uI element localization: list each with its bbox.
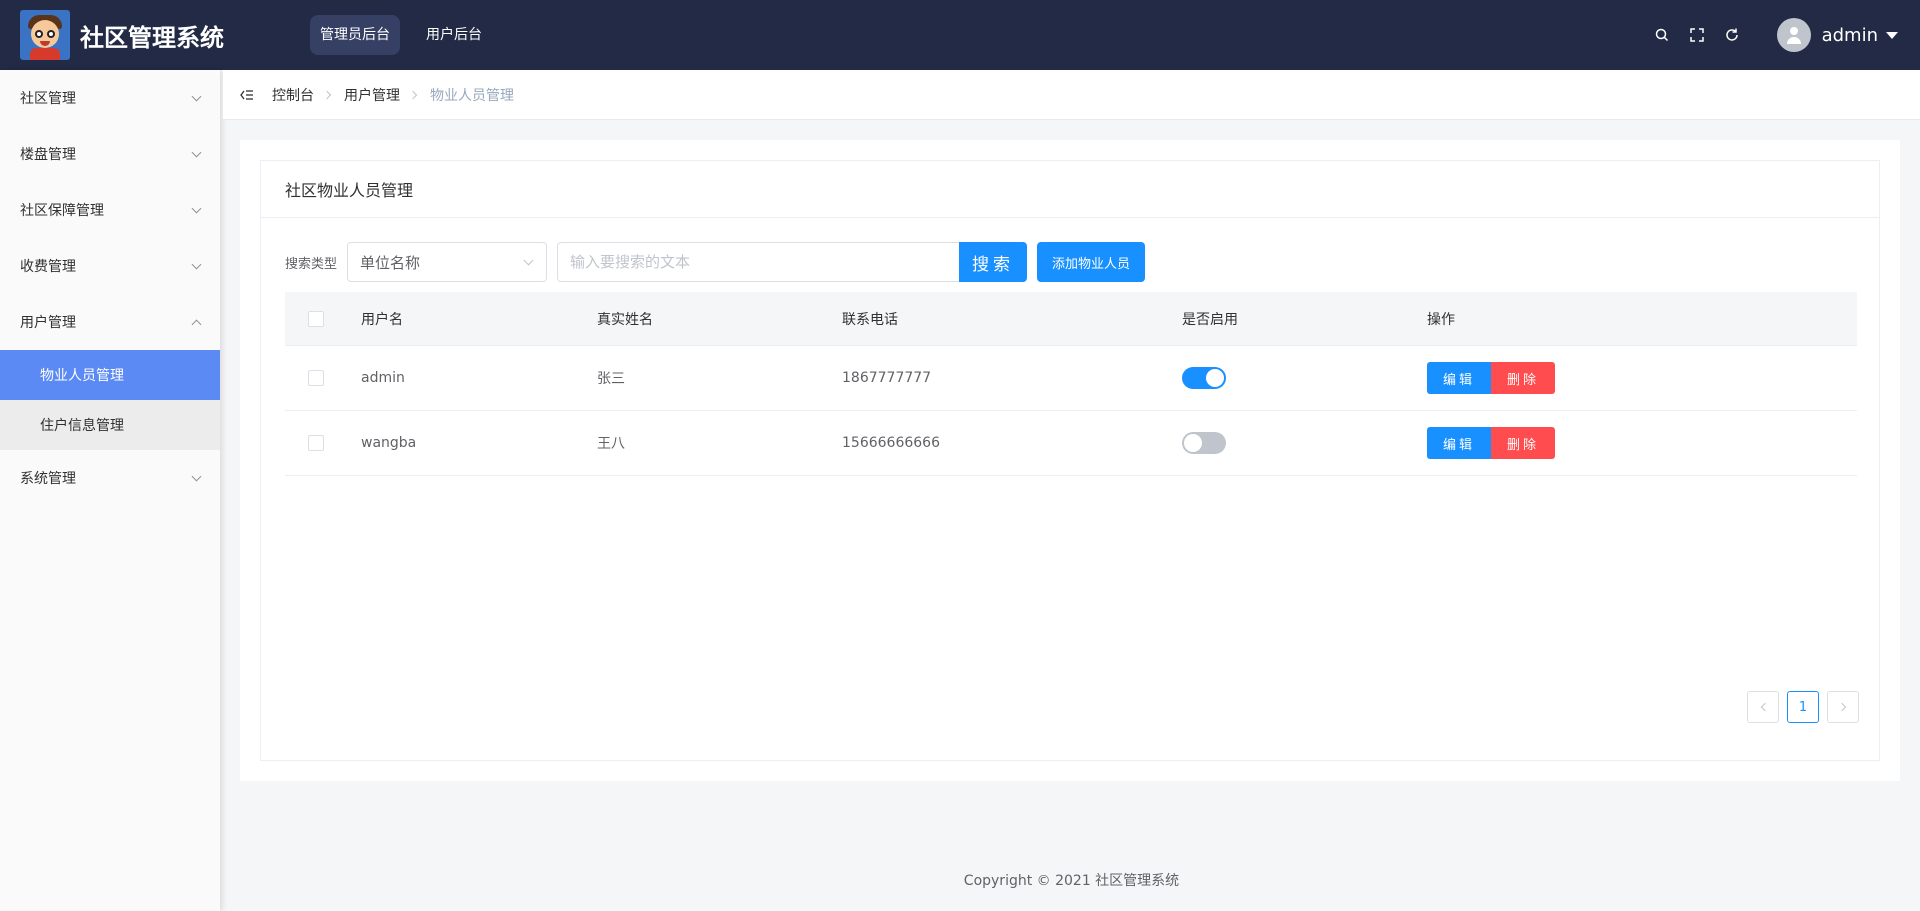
collapse-menu-icon[interactable] [240,88,254,102]
sidebar-item-label: 收费管理 [20,259,76,275]
sidebar-item-label: 楼盘管理 [20,147,76,163]
column-header: 用户名 [361,311,403,328]
next-page-button[interactable] [1827,691,1859,723]
table-header: 用户名 真实姓名 联系电话 是否启用 操作 [285,292,1857,346]
sidebar-item-fees[interactable]: 收费管理 [0,238,220,294]
sidebar-item-users[interactable]: 用户管理 [0,294,220,350]
sidebar: 社区管理 楼盘管理 社区保障管理 收费管理 用户管理 物业人员管理 住户信息管理… [0,70,220,911]
nav-user-backend[interactable]: 用户后台 [416,15,492,55]
search-icon[interactable] [1654,27,1670,43]
chevron-up-icon [191,319,202,329]
sidebar-item-system[interactable]: 系统管理 [0,450,220,506]
chevron-down-icon [191,471,202,481]
search-button[interactable]: 搜索 [959,242,1028,282]
cell-phone: 1867777777 [842,370,932,386]
row-checkbox[interactable] [308,435,324,451]
table-row: admin 张三 1867777777 编辑 删除 [285,346,1857,411]
enable-switch[interactable] [1182,432,1226,454]
card-title: 社区物业人员管理 [261,161,1879,218]
username[interactable]: admin [1822,25,1878,46]
cell-username: admin [361,370,405,386]
avatar[interactable] [1776,18,1811,52]
sidebar-item-security[interactable]: 社区保障管理 [0,182,220,238]
delete-button[interactable]: 删除 [1491,427,1555,459]
cell-realname: 王八 [597,436,625,452]
chevron-right-icon [1837,702,1846,712]
chevron-down-icon [191,147,202,157]
edit-button[interactable]: 编辑 [1427,362,1491,394]
sidebar-item-label: 社区保障管理 [20,203,104,219]
column-header: 真实姓名 [597,311,653,328]
chevron-down-icon [191,91,202,101]
edit-button[interactable]: 编辑 [1427,427,1491,459]
cell-phone: 15666666666 [842,435,940,451]
staff-table: 用户名 真实姓名 联系电话 是否启用 操作 admin 张三 186777777… [285,292,1857,476]
nav-admin-backend[interactable]: 管理员后台 [310,15,400,55]
enable-switch[interactable] [1182,367,1226,389]
fullscreen-icon[interactable] [1689,27,1705,43]
add-staff-button[interactable]: 添加物业人员 [1037,242,1146,282]
table-row: wangba 王八 15666666666 编辑 删除 [285,411,1857,476]
search-toolbar: 搜索类型 单位名称 搜索 添加物业人员 [285,242,1146,282]
chevron-down-icon [523,255,534,265]
sidebar-item-label: 系统管理 [20,471,76,487]
cell-username: wangba [361,435,417,451]
select-all-checkbox[interactable] [308,310,324,327]
cell-realname: 张三 [597,371,625,387]
sidebar-item-label: 用户管理 [20,315,76,331]
refresh-icon[interactable] [1724,27,1740,43]
breadcrumb-current: 物业人员管理 [430,87,514,104]
footer-copyright: Copyright © 2021 社区管理系统 [963,873,1180,889]
breadcrumb-user-management[interactable]: 用户管理 [344,85,400,105]
sidebar-item-community[interactable]: 社区管理 [0,70,220,126]
chevron-right-icon [322,90,332,99]
sidebar-item-label: 社区管理 [20,91,76,107]
column-header: 联系电话 [842,311,898,328]
page-number-button[interactable]: 1 [1787,691,1819,723]
prev-page-button[interactable] [1747,691,1779,723]
sidebar-subitem-property-staff[interactable]: 物业人员管理 [0,350,220,400]
search-type-label: 搜索类型 [285,256,338,272]
logo-icon [20,10,70,60]
chevron-right-icon [408,90,418,99]
search-input[interactable] [557,242,960,282]
main-content: 社区物业人员管理 搜索类型 单位名称 搜索 添加物业人员 用户名 真实姓名 联系… [240,140,1900,781]
sidebar-item-buildings[interactable]: 楼盘管理 [0,126,220,182]
column-header: 是否启用 [1182,311,1238,328]
breadcrumb-dashboard[interactable]: 控制台 [272,85,314,105]
sidebar-subitem-residents[interactable]: 住户信息管理 [0,400,220,450]
pagination: 1 [1739,691,1859,723]
column-header: 操作 [1427,311,1455,328]
breadcrumb: 控制台 用户管理 物业人员管理 [223,70,1920,120]
top-header: 社区管理系统 管理员后台 用户后台 admin [0,0,1920,70]
top-nav: 管理员后台 用户后台 [310,15,508,55]
chevron-down-icon [191,203,202,213]
header-actions: admin [1654,0,1920,70]
search-type-value: 单位名称 [360,253,421,272]
search-type-select[interactable]: 单位名称 [347,242,548,282]
chevron-left-icon [1760,702,1769,712]
logo[interactable]: 社区管理系统 [20,10,290,60]
row-checkbox[interactable] [308,370,324,386]
delete-button[interactable]: 删除 [1491,362,1555,394]
app-title: 社区管理系统 [80,23,224,52]
staff-card: 社区物业人员管理 搜索类型 单位名称 搜索 添加物业人员 用户名 真实姓名 联系… [260,160,1880,761]
chevron-down-icon [191,259,202,269]
caret-down-icon[interactable] [1886,31,1898,39]
